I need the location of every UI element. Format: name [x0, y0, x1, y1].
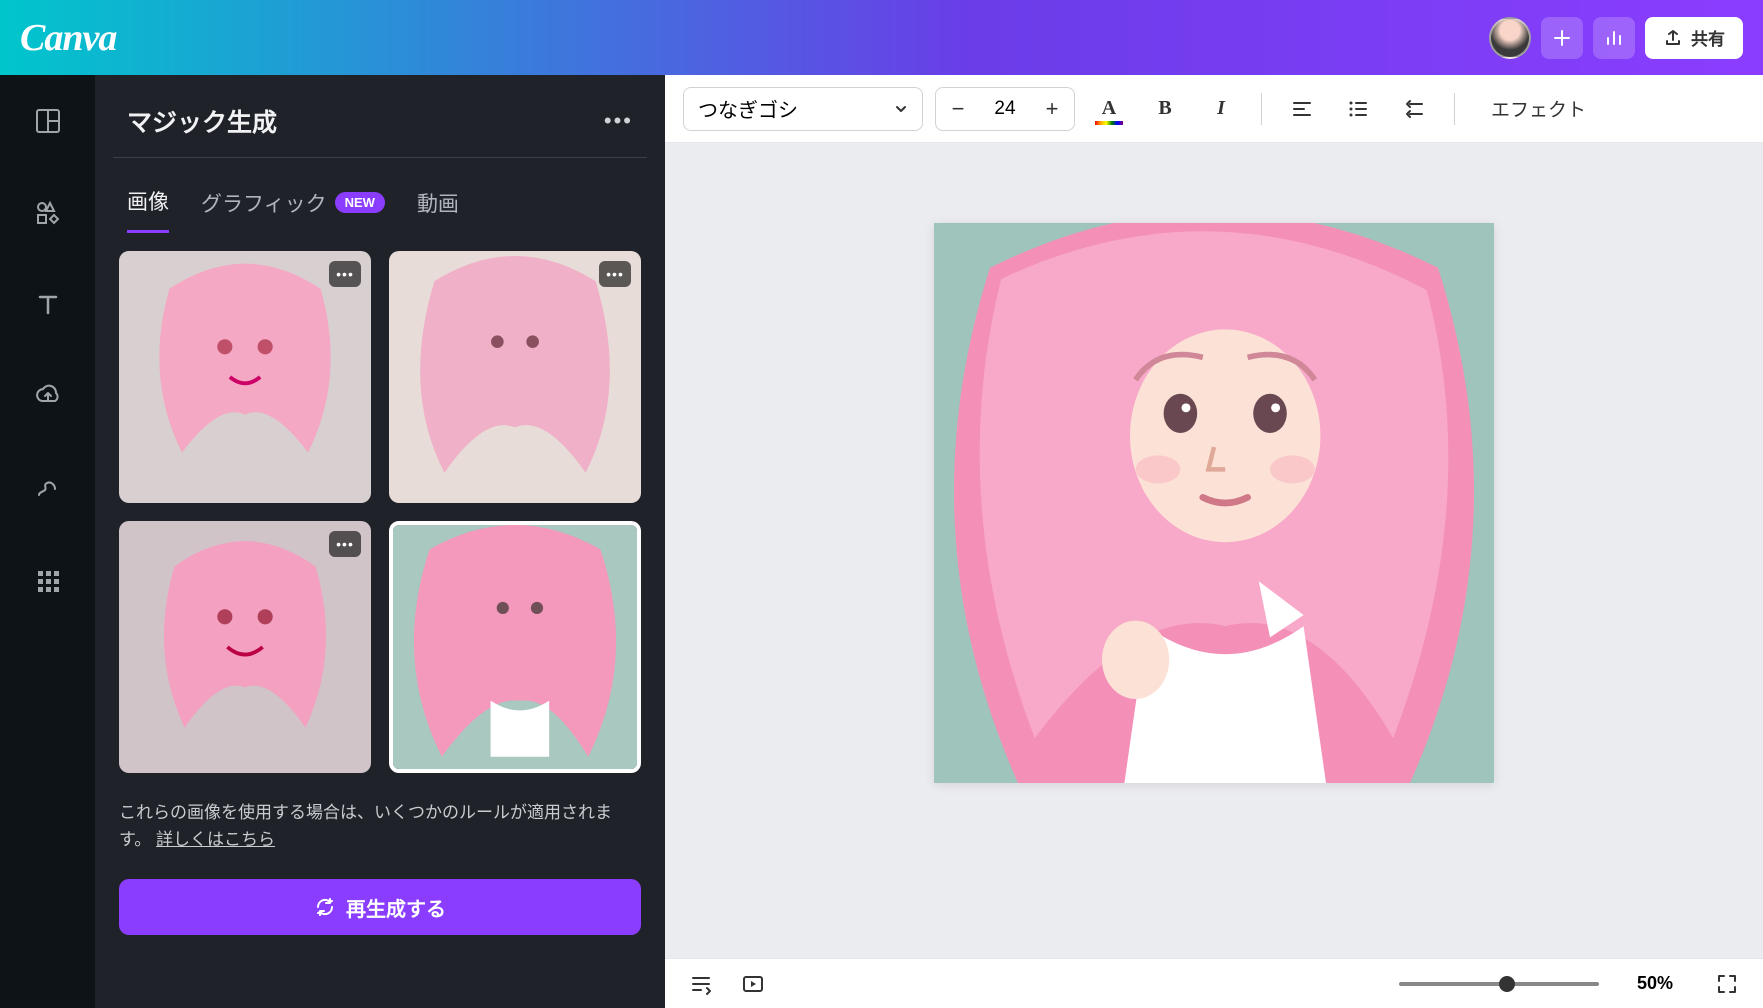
- notes-button[interactable]: [685, 968, 717, 1000]
- text-toolbar: つなぎゴシ − 24 + A B I: [665, 75, 1763, 143]
- learn-more-link[interactable]: 詳しくはこちら: [156, 830, 275, 849]
- align-button[interactable]: [1280, 87, 1324, 131]
- text-color-button[interactable]: A: [1087, 87, 1131, 131]
- avatar[interactable]: [1489, 17, 1531, 59]
- results-grid: ••• ••• •••: [113, 233, 647, 791]
- new-badge: NEW: [335, 192, 385, 213]
- generated-image-4: [393, 525, 637, 769]
- zoom-slider[interactable]: [1399, 982, 1599, 986]
- effects-button[interactable]: エフェクト: [1473, 95, 1604, 122]
- plus-icon: [1552, 28, 1572, 48]
- rail-templates-icon[interactable]: [32, 105, 64, 137]
- font-size-value[interactable]: 24: [980, 98, 1030, 120]
- result-thumb-1[interactable]: •••: [119, 251, 371, 503]
- sidebar-panel: マジック生成 ••• 画像 グラフィック NEW 動画 ••• •••: [95, 75, 665, 1008]
- rail-elements-icon[interactable]: [32, 197, 64, 229]
- panel-more-button[interactable]: •••: [604, 108, 633, 134]
- tab-images-label: 画像: [127, 186, 169, 216]
- rail-draw-icon[interactable]: [32, 473, 64, 505]
- font-size-increase[interactable]: +: [1030, 88, 1074, 130]
- bar-chart-icon: [1604, 28, 1624, 48]
- canvas-scroll[interactable]: [665, 143, 1763, 1008]
- share-label: 共有: [1691, 25, 1725, 50]
- upload-icon: [1663, 28, 1683, 48]
- result-thumb-3[interactable]: •••: [119, 521, 371, 773]
- bold-button[interactable]: B: [1143, 87, 1187, 131]
- tab-images[interactable]: 画像: [127, 186, 169, 233]
- generated-image-3: [119, 521, 371, 773]
- color-indicator: [1095, 121, 1123, 125]
- tab-video[interactable]: 動画: [417, 186, 459, 233]
- result-thumb-2[interactable]: •••: [389, 251, 641, 503]
- panel-header: マジック生成 •••: [113, 95, 647, 158]
- notes-icon: [689, 972, 713, 996]
- font-select[interactable]: つなぎゴシ: [683, 87, 923, 131]
- spacing-button[interactable]: [1392, 87, 1436, 131]
- play-icon: [741, 972, 765, 996]
- tabs-row: 画像 グラフィック NEW 動画: [113, 186, 647, 233]
- bottom-bar: 50%: [665, 958, 1763, 1008]
- regenerate-label: 再生成する: [346, 893, 446, 922]
- insights-button[interactable]: [1593, 17, 1635, 59]
- present-button[interactable]: [737, 968, 769, 1000]
- text-color-icon: A: [1102, 97, 1116, 120]
- tab-graphics[interactable]: グラフィック NEW: [201, 186, 385, 233]
- font-name: つなぎゴシ: [698, 94, 798, 123]
- tab-graphics-label: グラフィック: [201, 188, 327, 218]
- fullscreen-icon: [1715, 972, 1739, 996]
- share-button[interactable]: 共有: [1645, 17, 1743, 59]
- font-size-decrease[interactable]: −: [936, 88, 980, 130]
- topbar: Canva 共有: [0, 0, 1763, 75]
- align-left-icon: [1291, 98, 1313, 120]
- result-thumb-4[interactable]: [389, 521, 641, 773]
- italic-button[interactable]: I: [1199, 87, 1243, 131]
- refresh-icon: [314, 896, 336, 918]
- tab-video-label: 動画: [417, 188, 459, 218]
- panel-title: マジック生成: [127, 103, 277, 139]
- rail-text-icon[interactable]: [32, 289, 64, 321]
- thumb-more-3[interactable]: •••: [329, 531, 361, 557]
- spacing-icon: [1403, 98, 1425, 120]
- list-icon: [1347, 98, 1369, 120]
- add-button[interactable]: [1541, 17, 1583, 59]
- generated-image-1: [119, 251, 371, 503]
- divider: [1454, 93, 1455, 125]
- list-button[interactable]: [1336, 87, 1380, 131]
- thumb-more-1[interactable]: •••: [329, 261, 361, 287]
- font-size-group: − 24 +: [935, 87, 1075, 131]
- chevron-down-icon: [894, 102, 908, 116]
- fullscreen-button[interactable]: [1711, 968, 1743, 1000]
- canva-logo[interactable]: Canva: [20, 16, 116, 60]
- generated-image-2: [389, 251, 641, 503]
- thumb-more-2[interactable]: •••: [599, 261, 631, 287]
- rail-uploads-icon[interactable]: [32, 381, 64, 413]
- regenerate-button[interactable]: 再生成する: [119, 879, 641, 935]
- canvas-page[interactable]: [934, 223, 1494, 783]
- rail-apps-icon[interactable]: [32, 565, 64, 597]
- canvas-image[interactable]: [934, 223, 1494, 783]
- divider: [1261, 93, 1262, 125]
- side-rail: [0, 75, 95, 1008]
- zoom-thumb[interactable]: [1499, 976, 1515, 992]
- zoom-label[interactable]: 50%: [1637, 973, 1673, 994]
- topbar-right: 共有: [1489, 17, 1743, 59]
- canvas-area: つなぎゴシ − 24 + A B I: [665, 75, 1763, 1008]
- usage-note: これらの画像を使用する場合は、いくつかのルールが適用されます。 詳しくはこちら: [113, 791, 647, 861]
